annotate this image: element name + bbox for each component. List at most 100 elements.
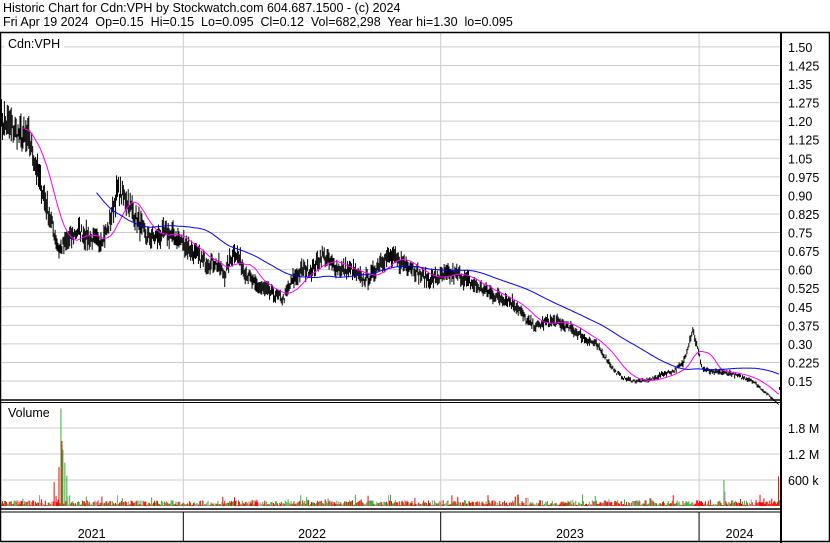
- volume-bar: [8, 501, 10, 506]
- volume-bar: [217, 500, 219, 506]
- volume-bar: [69, 495, 71, 506]
- volume-bar: [283, 504, 285, 506]
- volume-bar: [107, 503, 109, 506]
- volume-bar: [731, 500, 733, 506]
- price-tick-label: 0.30: [788, 338, 812, 352]
- volume-bar: [208, 505, 210, 506]
- volume-bar: [506, 502, 508, 506]
- volume-bar: [412, 503, 414, 506]
- volume-bar: [135, 501, 137, 506]
- volume-bar: [441, 504, 443, 506]
- volume-bar: [33, 500, 35, 506]
- volume-bar: [401, 501, 403, 506]
- volume-bar: [456, 503, 458, 506]
- volume-bar: [520, 503, 522, 506]
- volume-bar: [768, 503, 770, 506]
- volume-bar: [195, 502, 197, 506]
- volume-bar: [323, 504, 325, 506]
- volume-bar: [140, 500, 142, 506]
- volume-bar: [81, 500, 83, 506]
- volume-bar: [206, 501, 208, 506]
- volume-bar: [362, 502, 364, 506]
- volume-bar: [201, 500, 203, 506]
- volume-bar: [554, 503, 556, 506]
- volume-bar: [315, 503, 317, 506]
- volume-bar: [172, 500, 174, 506]
- volume-bar: [610, 502, 612, 506]
- volume-bar: [292, 503, 294, 506]
- volume-bar: [271, 502, 273, 506]
- volume-bar: [205, 503, 207, 506]
- volume-bar: [363, 504, 365, 506]
- volume-bar: [679, 504, 681, 506]
- volume-bar: [304, 500, 306, 506]
- volume-bar: [218, 504, 220, 506]
- volume-bar: [175, 501, 177, 506]
- volume-bar: [596, 503, 598, 506]
- volume-bar: [164, 503, 166, 506]
- volume-bar: [344, 501, 346, 506]
- volume-bar: [117, 503, 119, 506]
- volume-bar: [312, 502, 314, 506]
- volume-bar: [210, 502, 212, 506]
- volume-bar: [597, 503, 599, 506]
- volume-bar: [123, 501, 125, 506]
- volume-bar: [256, 499, 258, 506]
- volume-bar: [496, 505, 498, 506]
- volume-bar: [202, 501, 204, 506]
- volume-bar: [86, 500, 88, 506]
- volume-bar: [161, 501, 163, 506]
- volume-bar: [421, 504, 423, 506]
- volume-bar: [725, 501, 727, 506]
- volume-bar: [167, 503, 169, 506]
- volume-bar: [649, 498, 651, 506]
- volume-bar: [151, 497, 153, 506]
- volume-bar: [157, 503, 159, 506]
- volume-bar: [613, 505, 615, 506]
- volume-bar: [294, 504, 296, 506]
- volume-bar: [180, 504, 182, 506]
- volume-bar: [307, 500, 309, 506]
- volume-bar: [715, 504, 717, 506]
- price-tick-label: 1.125: [788, 134, 819, 148]
- volume-bar: [342, 504, 344, 506]
- volume-bar: [546, 500, 548, 506]
- volume-bar: [420, 503, 422, 506]
- volume-bar: [189, 501, 191, 506]
- volume-bar: [67, 496, 69, 506]
- volume-bar: [500, 504, 502, 506]
- volume-bar: [108, 502, 110, 506]
- volume-bar: [26, 501, 28, 506]
- volume-bar: [119, 502, 121, 506]
- volume-bar: [566, 502, 568, 506]
- volume-bar: [667, 500, 669, 506]
- volume-bar: [589, 504, 591, 506]
- volume-bar: [598, 503, 600, 506]
- volume-bar: [219, 503, 221, 506]
- volume-bar: [340, 502, 342, 506]
- volume-bar: [588, 501, 590, 506]
- volume-bar: [527, 497, 529, 506]
- volume-bar: [150, 504, 152, 506]
- volume-bar: [57, 499, 59, 506]
- volume-bar: [417, 503, 419, 506]
- volume-bar: [275, 501, 277, 506]
- volume-bar: [730, 503, 732, 506]
- volume-bar: [102, 502, 104, 506]
- volume-bar: [350, 501, 352, 506]
- volume-bar: [675, 502, 677, 506]
- volume-bar: [60, 408, 62, 506]
- volume-bar: [777, 501, 779, 506]
- volume-bar: [760, 502, 762, 506]
- volume-bar: [279, 503, 281, 506]
- volume-bar: [523, 502, 525, 506]
- volume-bar: [582, 494, 584, 506]
- volume-bar: [39, 495, 40, 506]
- volume-bar: [678, 501, 680, 506]
- volume-bar: [457, 496, 459, 506]
- volume-bar: [145, 501, 147, 506]
- volume-bar: [129, 503, 131, 506]
- year-label: 2023: [556, 527, 584, 541]
- volume-bar: [425, 502, 427, 506]
- volume-bar: [220, 504, 222, 506]
